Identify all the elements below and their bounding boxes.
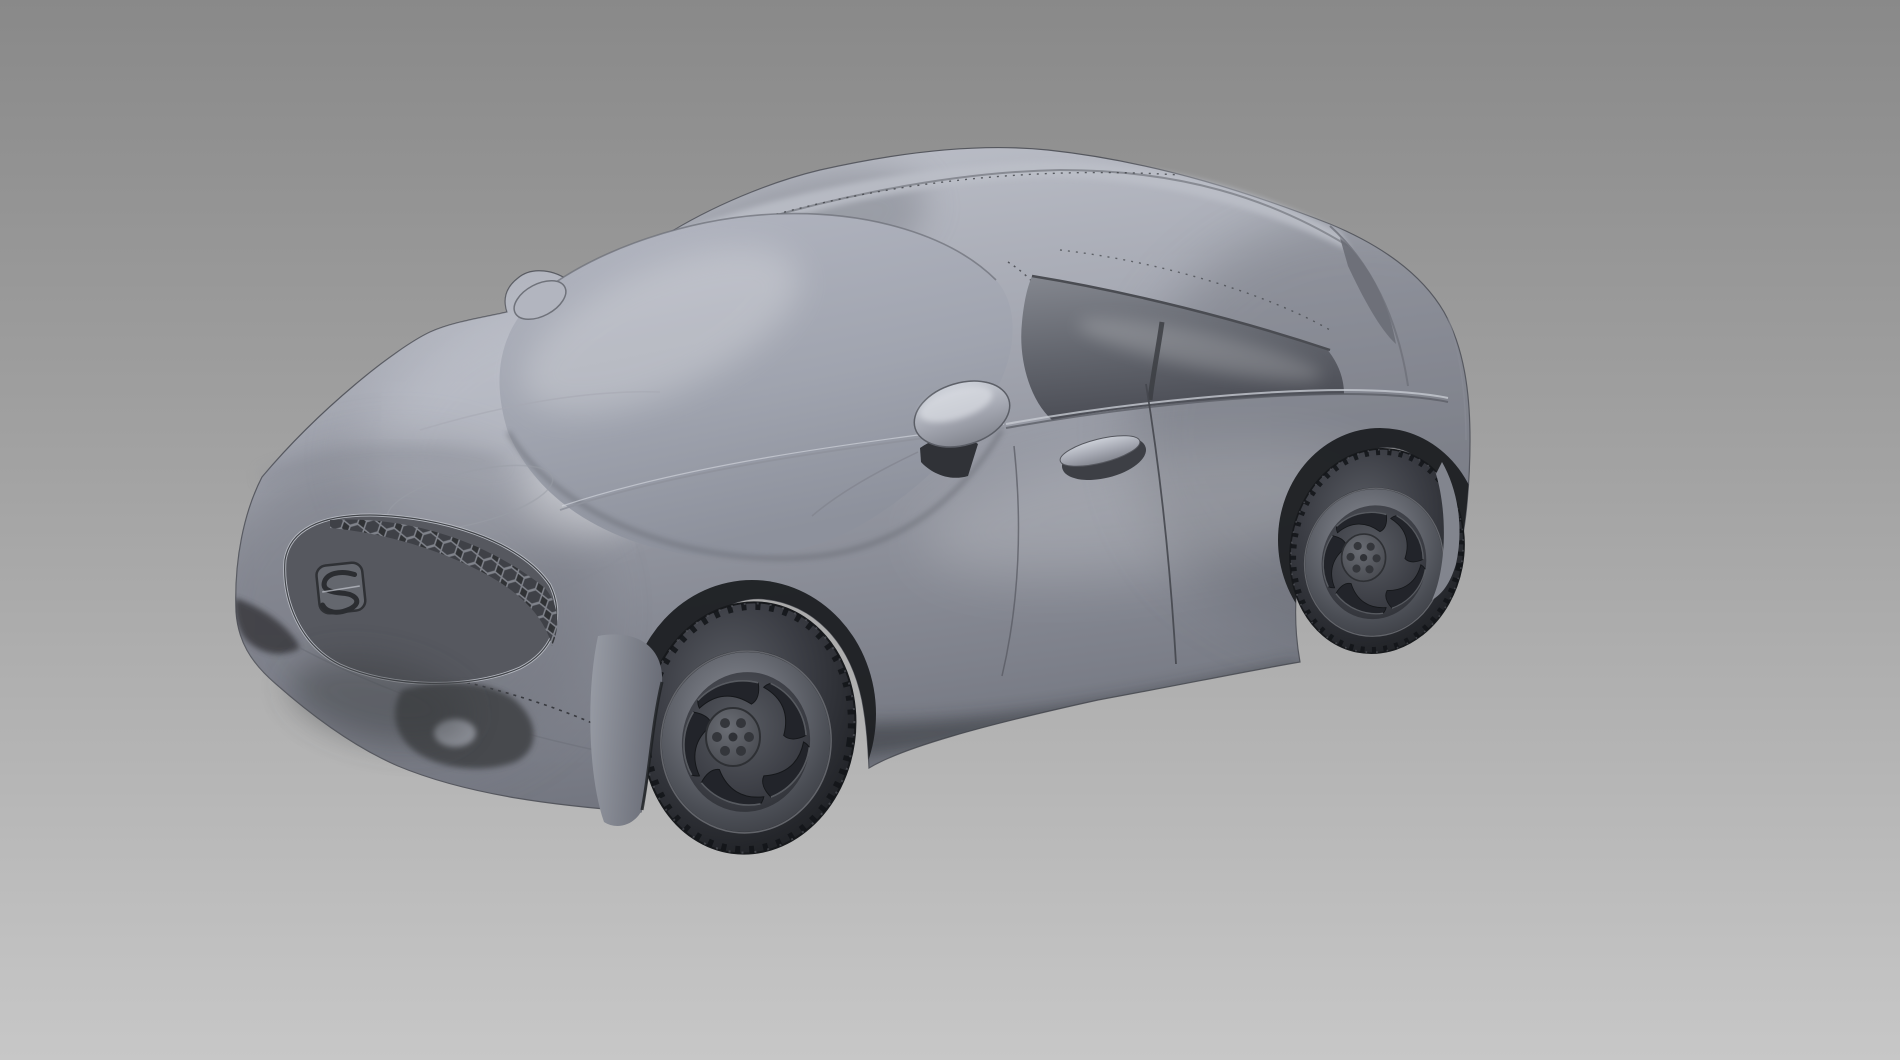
car-3d-render (0, 0, 1900, 1060)
viewport-3d[interactable] (0, 0, 1900, 1060)
seat-badge-icon (316, 562, 367, 615)
